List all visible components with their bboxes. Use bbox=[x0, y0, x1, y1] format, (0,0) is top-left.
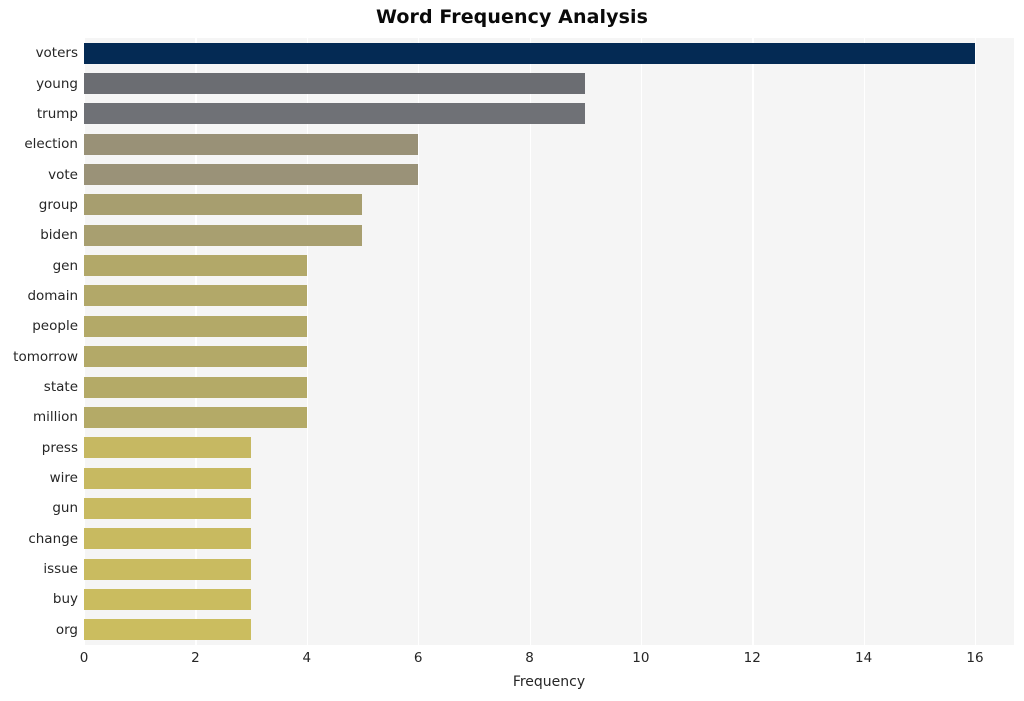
y-axis-tick-label: group bbox=[38, 196, 78, 213]
y-axis-tick-label: tomorrow bbox=[13, 348, 78, 365]
bar bbox=[84, 588, 252, 610]
bar bbox=[84, 467, 252, 489]
bar bbox=[84, 73, 586, 95]
bar bbox=[84, 255, 307, 277]
y-axis-tick-label: press bbox=[41, 439, 78, 456]
y-axis-tick-label: domain bbox=[27, 287, 78, 304]
y-axis-tick-label: buy bbox=[52, 591, 78, 608]
y-axis-tick-label: org bbox=[55, 621, 78, 638]
y-axis-tick-label: election bbox=[24, 136, 78, 153]
bar bbox=[84, 406, 307, 428]
x-axis-tick-label: 12 bbox=[743, 650, 761, 666]
x-axis-tick-label: 6 bbox=[413, 650, 423, 666]
bar bbox=[84, 437, 252, 459]
y-axis-tick-label: vote bbox=[48, 166, 78, 183]
x-axis-title: Frequency bbox=[512, 674, 586, 690]
bar bbox=[84, 376, 307, 398]
y-axis-tick-label: biden bbox=[40, 227, 78, 244]
x-axis-tick-label: 14 bbox=[855, 650, 873, 666]
y-axis-tick-label: state bbox=[43, 379, 78, 396]
chart-figure: Word Frequency Analysis voters young trump… bbox=[0, 0, 1024, 701]
bar bbox=[84, 164, 419, 186]
bar bbox=[84, 42, 976, 64]
y-axis-tick-labels: voters young trump election vote group biden ge… bbox=[0, 38, 78, 645]
y-axis-tick-label: people bbox=[32, 318, 78, 335]
bar bbox=[84, 103, 586, 125]
y-axis-tick-label: change bbox=[28, 530, 78, 547]
y-axis-tick-label: million bbox=[33, 409, 78, 426]
x-axis-tick-labels: 0 2 4 6 8 10 12 14 16 bbox=[80, 650, 1014, 672]
bar bbox=[84, 133, 419, 155]
x-axis-tick-label: 4 bbox=[302, 650, 312, 666]
bar bbox=[84, 346, 307, 368]
bar bbox=[84, 224, 363, 246]
x-axis-tick-label: 16 bbox=[966, 650, 984, 666]
x-axis-tick-label: 0 bbox=[79, 650, 89, 666]
bar bbox=[84, 194, 363, 216]
bar bbox=[84, 497, 252, 519]
y-axis-tick-label: voters bbox=[35, 45, 78, 62]
y-axis-tick-label: wire bbox=[49, 470, 78, 487]
y-axis-tick-label: trump bbox=[36, 105, 78, 122]
bar bbox=[84, 619, 252, 641]
bar bbox=[84, 528, 252, 550]
bars-container bbox=[84, 38, 1014, 645]
bar bbox=[84, 315, 307, 337]
plot-area bbox=[84, 38, 1014, 645]
bar bbox=[84, 285, 307, 307]
y-axis-tick-label: issue bbox=[43, 561, 78, 578]
y-axis-tick-label: gen bbox=[52, 257, 78, 274]
x-axis-tick-label: 2 bbox=[191, 650, 200, 666]
y-axis-tick-label: young bbox=[36, 75, 78, 92]
y-axis-tick-label: gun bbox=[52, 500, 78, 517]
x-axis-tick-label: 10 bbox=[632, 650, 650, 666]
chart-title: Word Frequency Analysis bbox=[375, 6, 649, 28]
x-axis-tick-label: 8 bbox=[525, 650, 534, 666]
bar bbox=[84, 558, 252, 580]
